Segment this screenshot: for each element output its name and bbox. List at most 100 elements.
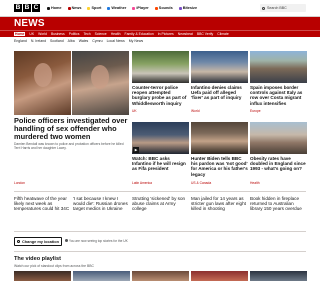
news-nav-in-pictures[interactable]: In Pictures bbox=[158, 32, 174, 36]
news-nav-science[interactable]: Science bbox=[95, 32, 107, 36]
global-nav-weather[interactable]: Weather bbox=[107, 6, 126, 10]
logo-letter: B bbox=[14, 4, 22, 12]
global-nav-label: Home bbox=[51, 6, 62, 10]
region-nav-cymru[interactable]: Cymru bbox=[92, 39, 102, 43]
search-icon bbox=[262, 6, 265, 10]
news-title[interactable]: NEWS bbox=[14, 18, 45, 29]
video-playlist-subtitle: Watch our pick of standout clips from ac… bbox=[14, 264, 94, 268]
location-icon bbox=[17, 240, 20, 244]
story-tag[interactable]: Latin America bbox=[132, 181, 152, 185]
story-image[interactable] bbox=[132, 51, 189, 83]
logo-letter: C bbox=[32, 4, 40, 12]
news-nav-newsbeat[interactable]: Newsbeat bbox=[178, 32, 193, 36]
global-nav: Home News Sport Weather iPlayer Sounds B… bbox=[47, 6, 197, 10]
news-nav-world[interactable]: World bbox=[38, 32, 47, 36]
portrait-face bbox=[91, 65, 109, 89]
lead-image-left[interactable] bbox=[14, 51, 71, 115]
story-headline[interactable]: Spain imposes border controls against It… bbox=[250, 85, 307, 106]
global-nav-iplayer[interactable]: iPlayer bbox=[132, 6, 149, 10]
story-image[interactable] bbox=[191, 51, 248, 83]
video-thumbnail[interactable] bbox=[73, 271, 130, 281]
global-nav-home[interactable]: Home bbox=[47, 6, 62, 10]
story-image[interactable]: ▶ bbox=[132, 122, 189, 154]
news-nav-climate[interactable]: Climate bbox=[217, 32, 229, 36]
home-icon bbox=[47, 6, 50, 10]
logo-letter: B bbox=[23, 4, 31, 12]
region-nav-my-news[interactable]: My News bbox=[129, 39, 143, 43]
video-playlist-title: The video playlist bbox=[14, 256, 61, 262]
change-location-button[interactable]: Change my location bbox=[14, 237, 62, 246]
global-nav-label: Sport bbox=[91, 6, 102, 10]
bbc-masthead: B B C Home News Sport Weather iPlayer So… bbox=[0, 0, 320, 17]
play-icon: ▶ bbox=[133, 147, 139, 153]
video-thumbnail[interactable] bbox=[250, 271, 307, 281]
lead-summary: Damien Bendall was known to police and p… bbox=[14, 142, 124, 150]
news-nav-politics[interactable]: Politics bbox=[69, 32, 80, 36]
region-nav-wales[interactable]: Wales bbox=[79, 39, 89, 43]
video-thumbnail[interactable] bbox=[191, 271, 248, 281]
sounds-icon bbox=[154, 6, 158, 10]
region-nav-n-ireland[interactable]: N. Ireland bbox=[31, 39, 46, 43]
news-nav-bbc-verify[interactable]: BBC Verify bbox=[197, 32, 213, 36]
story-headline[interactable]: Counter-terror police reopen attempted b… bbox=[132, 85, 189, 106]
story-image[interactable] bbox=[250, 122, 307, 154]
story-tag[interactable]: US & Canada bbox=[191, 181, 211, 185]
change-location-label: Change my location bbox=[22, 239, 59, 244]
search-placeholder: Search BBC bbox=[267, 6, 287, 10]
global-nav-label: Bitesize bbox=[182, 6, 198, 10]
region-nav-scotland[interactable]: Scotland bbox=[50, 39, 64, 43]
global-nav-bitesize[interactable]: Bitesize bbox=[178, 6, 198, 10]
region-nav-alba[interactable]: Alba bbox=[68, 39, 75, 43]
news-icon bbox=[67, 6, 71, 10]
story-image[interactable] bbox=[250, 51, 307, 83]
story-headline[interactable]: Hunter Biden tells BBC his pardon was 'n… bbox=[191, 156, 248, 177]
story-tag[interactable]: Health bbox=[250, 181, 260, 185]
story-headline[interactable]: Infantino denies claims Uefa paid off al… bbox=[191, 85, 248, 101]
video-thumbnail[interactable] bbox=[14, 271, 71, 281]
global-nav-label: Weather bbox=[111, 6, 127, 10]
region-nav-england[interactable]: England bbox=[14, 39, 27, 43]
portrait-face bbox=[34, 63, 52, 87]
info-icon bbox=[65, 239, 68, 243]
news-nav: Home UK World Business Politics Tech Sci… bbox=[0, 30, 320, 37]
news-nav-business[interactable]: Business bbox=[51, 32, 65, 36]
story-headline[interactable]: Book hidden in fireplace returned to Aus… bbox=[250, 196, 307, 212]
region-nav-local-news[interactable]: Local News bbox=[107, 39, 125, 43]
story-image[interactable] bbox=[191, 122, 248, 154]
iplayer-icon bbox=[132, 6, 136, 10]
news-nav-health[interactable]: Health bbox=[111, 32, 121, 36]
story-headline[interactable]: Strutting 'sickened' by son abuse claims… bbox=[132, 196, 189, 212]
story-headline[interactable]: Fifth heatwave of the year likely next w… bbox=[14, 196, 71, 212]
lead-headline[interactable]: Police officers investigated over handli… bbox=[14, 117, 129, 141]
news-nav-uk[interactable]: UK bbox=[29, 32, 34, 36]
search-input[interactable]: Search BBC bbox=[260, 4, 306, 12]
lead-image-right[interactable] bbox=[72, 51, 129, 115]
global-nav-label: iPlayer bbox=[136, 6, 149, 10]
bitesize-icon bbox=[178, 6, 182, 10]
story-headline[interactable]: Man jailed for 14 years as stricter gun … bbox=[191, 196, 248, 212]
lead-tag[interactable]: London bbox=[14, 181, 25, 185]
bbc-logo[interactable]: B B C bbox=[14, 4, 40, 12]
video-thumbnail[interactable] bbox=[132, 271, 189, 281]
story-headline[interactable]: Watch: BBC asks Infantino if he will res… bbox=[132, 156, 189, 172]
global-nav-sport[interactable]: Sport bbox=[87, 6, 101, 10]
section-divider bbox=[14, 191, 306, 192]
news-header: NEWS bbox=[0, 17, 320, 30]
story-tag[interactable]: World bbox=[191, 109, 200, 113]
location-note-text: You are now seeing top stories for the U… bbox=[69, 239, 128, 243]
section-divider bbox=[14, 231, 306, 232]
story-headline[interactable]: Obesity rates have doubled in England si… bbox=[250, 156, 307, 172]
story-headline[interactable]: 'I sat because I knew I would die': Russ… bbox=[73, 196, 130, 212]
weather-icon bbox=[107, 6, 111, 10]
story-tag[interactable]: UK bbox=[132, 109, 137, 113]
region-nav: England N. Ireland Scotland Alba Wales C… bbox=[14, 39, 143, 43]
section-divider bbox=[14, 251, 306, 252]
global-nav-news[interactable]: News bbox=[67, 6, 82, 10]
global-nav-sounds[interactable]: Sounds bbox=[154, 6, 173, 10]
news-nav-tech[interactable]: Tech bbox=[83, 32, 90, 36]
global-nav-label: News bbox=[71, 6, 82, 10]
news-nav-home[interactable]: Home bbox=[14, 32, 26, 36]
story-tag[interactable]: Europe bbox=[250, 109, 261, 113]
news-nav-family-education[interactable]: Family & Education bbox=[125, 32, 154, 36]
global-nav-label: Sounds bbox=[158, 6, 173, 10]
